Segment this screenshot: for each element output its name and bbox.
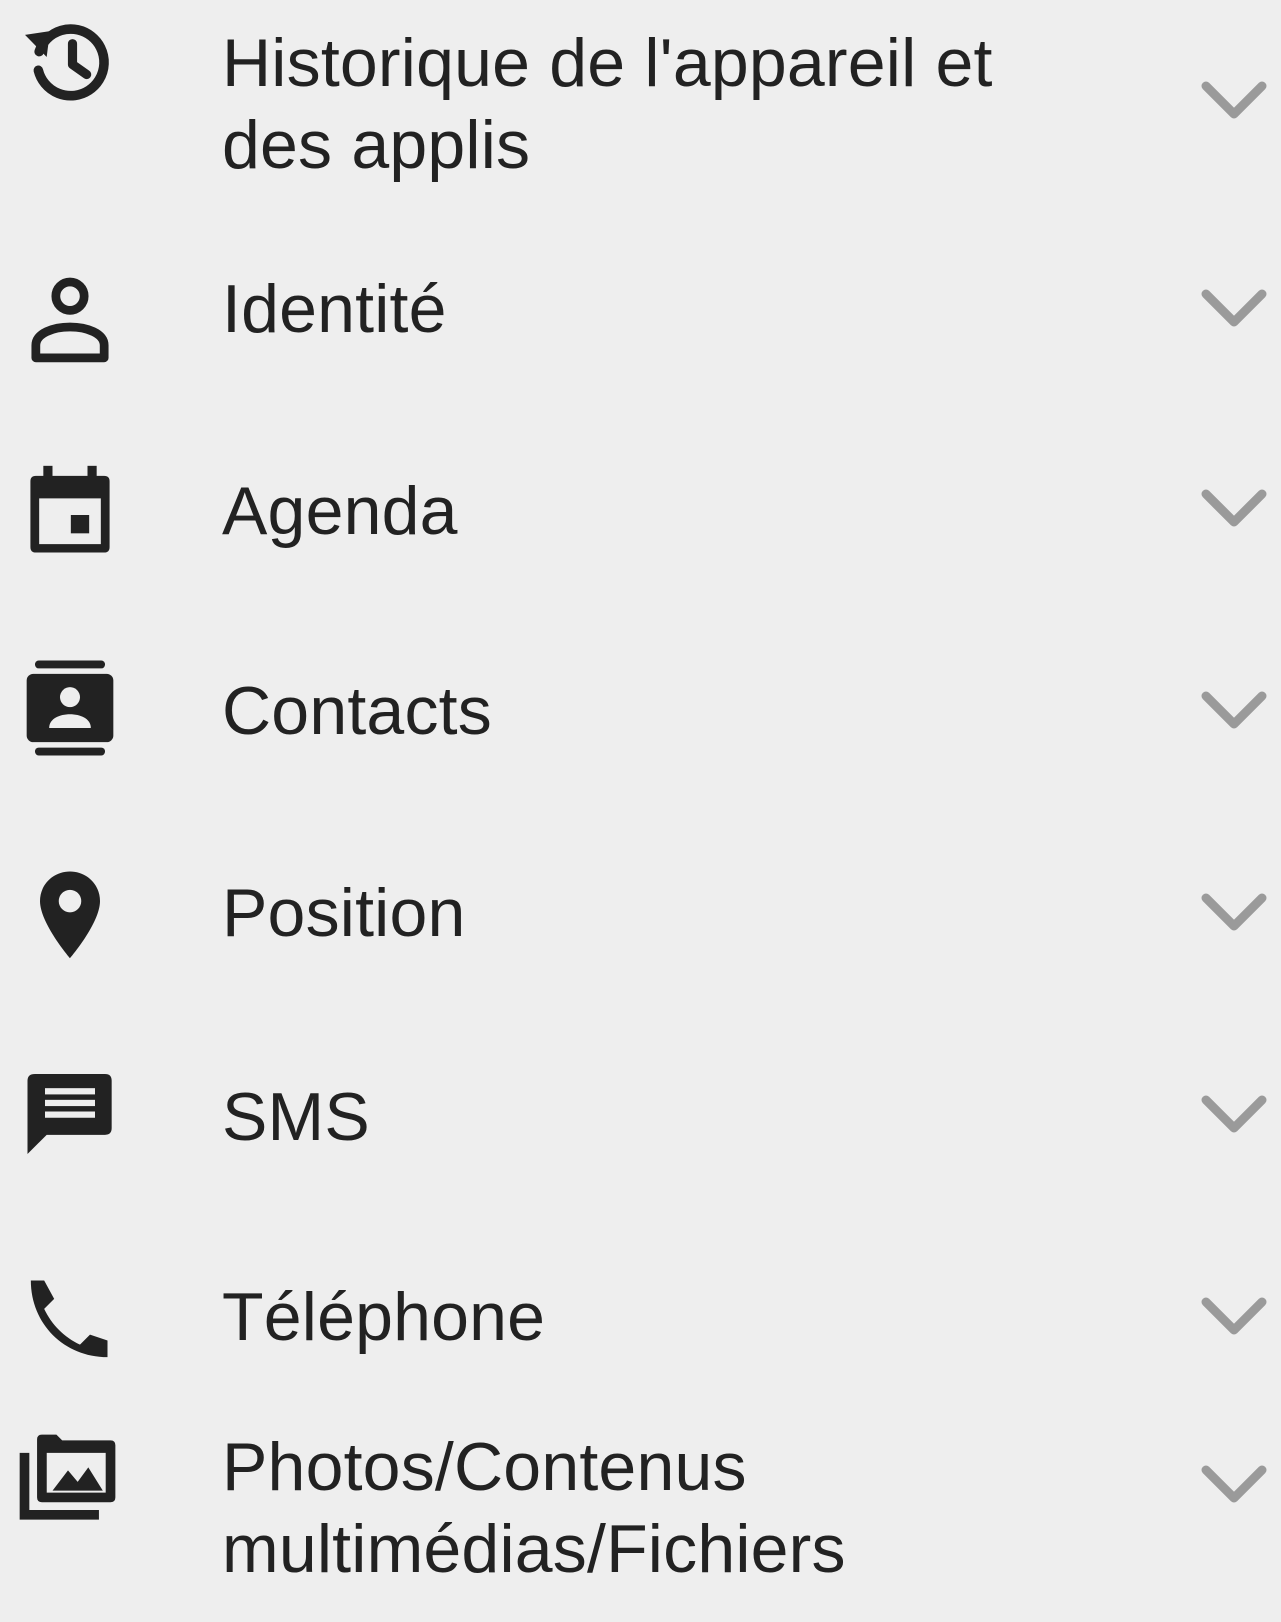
permission-label: Contacts — [222, 673, 492, 749]
permission-item-calendar[interactable]: Agenda — [0, 464, 1281, 584]
phone-icon — [20, 1268, 120, 1368]
chevron-down-icon[interactable] — [1198, 684, 1270, 736]
permission-item-identity[interactable]: Identité — [0, 262, 1281, 382]
permission-label: Identité — [222, 271, 447, 347]
permission-label: Agenda — [222, 473, 458, 549]
permission-item-device-app-history[interactable]: Historique de l'appareil et des applis — [0, 0, 1281, 200]
permission-list: Historique de l'appareil et des applis I… — [0, 0, 1281, 1622]
permission-item-sms[interactable]: SMS — [0, 1070, 1281, 1190]
location-pin-icon — [20, 864, 120, 964]
chevron-down-icon[interactable] — [1198, 1088, 1270, 1140]
chevron-down-icon[interactable] — [1198, 282, 1270, 334]
permission-item-photos-media-files[interactable]: Photos/Contenus multimédias/Fichiers — [0, 1429, 1281, 1622]
chevron-down-icon[interactable] — [1198, 74, 1270, 126]
permission-label: Photos/Contenus multimédias/Fichiers — [222, 1429, 846, 1587]
contacts-icon — [20, 658, 120, 758]
chevron-down-icon[interactable] — [1198, 886, 1270, 938]
permission-item-phone[interactable]: Téléphone — [0, 1272, 1281, 1392]
photo-library-icon — [10, 1422, 126, 1538]
message-icon — [20, 1064, 120, 1164]
chevron-down-icon[interactable] — [1198, 1458, 1270, 1510]
permission-item-location[interactable]: Position — [0, 868, 1281, 988]
person-icon — [20, 272, 120, 372]
permission-item-contacts[interactable]: Contacts — [0, 660, 1281, 786]
chevron-down-icon[interactable] — [1198, 482, 1270, 534]
permission-label: Téléphone — [222, 1279, 546, 1355]
chevron-down-icon[interactable] — [1198, 1290, 1270, 1342]
history-icon — [20, 12, 120, 112]
calendar-icon — [20, 460, 120, 560]
permission-label: Position — [222, 875, 466, 951]
permission-label: Historique de l'appareil et des applis — [222, 25, 993, 183]
permission-label: SMS — [222, 1079, 370, 1155]
